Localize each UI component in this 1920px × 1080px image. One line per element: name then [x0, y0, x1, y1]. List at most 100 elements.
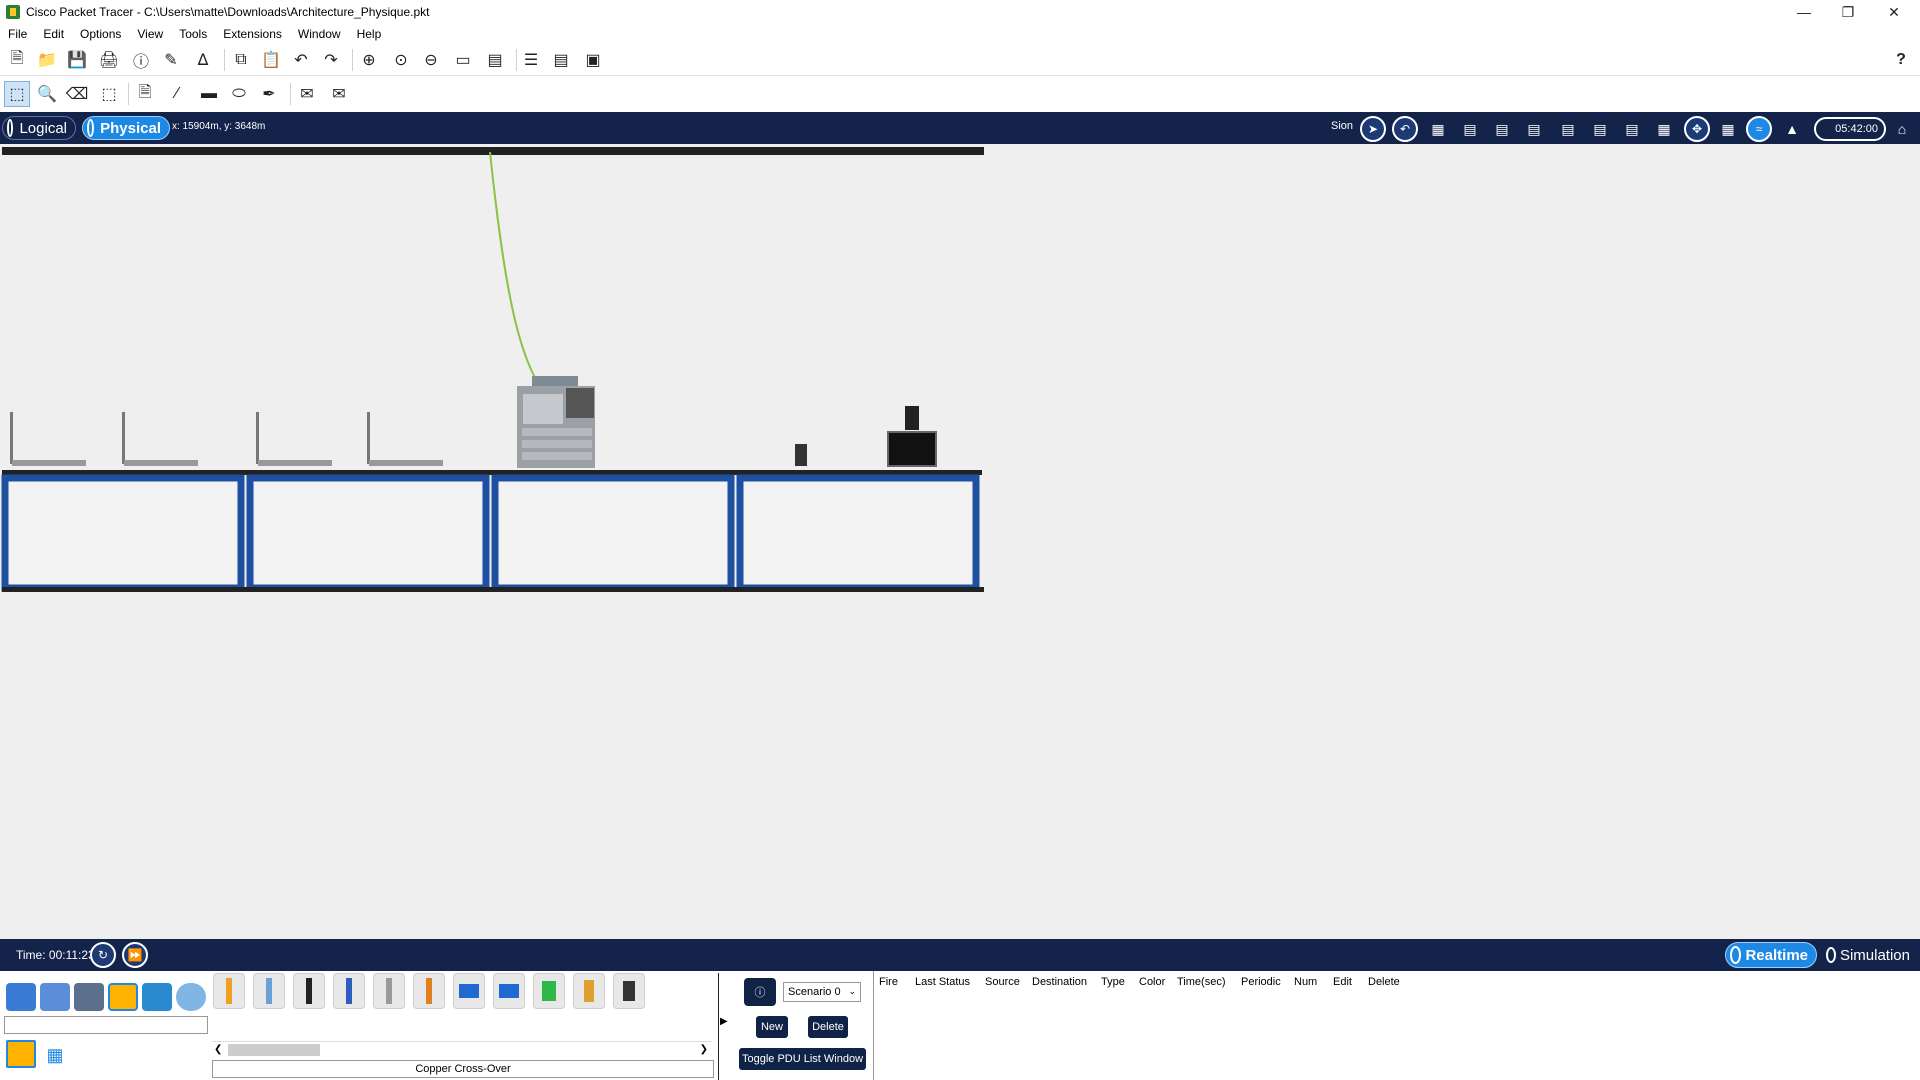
tab-physical[interactable]: Physical	[82, 116, 170, 140]
draw-rectangle-icon[interactable]: ▬	[196, 81, 222, 107]
serial-dte-icon[interactable]	[533, 973, 565, 1009]
zoom-out-icon[interactable]: ⊖	[418, 47, 444, 73]
menu-file[interactable]: File	[8, 27, 27, 41]
menu-edit[interactable]: Edit	[43, 27, 64, 41]
multiuser-icon[interactable]	[176, 983, 206, 1011]
delete-scenario-button[interactable]: Delete	[808, 1016, 848, 1038]
activity-wizard-icon[interactable]: ✎	[158, 47, 184, 73]
zoom-in-icon[interactable]: ⊕	[356, 47, 382, 73]
back-icon[interactable]: ↶	[1392, 116, 1418, 142]
network-info-icon[interactable]: ᐃ	[190, 47, 216, 73]
help-icon[interactable]: ?	[1888, 47, 1914, 73]
inspect-icon[interactable]: 🔍	[34, 81, 60, 107]
zoom-reset-icon[interactable]: ⊙	[388, 47, 414, 73]
miscellaneous-icon[interactable]	[142, 983, 172, 1011]
menu-window[interactable]: Window	[298, 27, 341, 41]
toggle-pdu-list-button[interactable]: Toggle PDU List Window	[739, 1048, 866, 1070]
menu-options[interactable]: Options	[80, 27, 121, 41]
grid-icon[interactable]: ▦	[1650, 116, 1678, 142]
fiber-cable-icon[interactable]	[373, 973, 405, 1009]
coaxial-cable-icon[interactable]	[453, 973, 485, 1009]
connections-icon[interactable]	[108, 983, 138, 1011]
environment-icon[interactable]: ▲	[1778, 116, 1806, 142]
command-log-icon[interactable]: ☰	[518, 47, 544, 73]
components-icon[interactable]	[74, 983, 104, 1011]
device-scrollbar[interactable]: ❮ ❯	[212, 1041, 712, 1057]
new-city-icon[interactable]: ▦	[1424, 116, 1452, 142]
fast-forward-icon[interactable]: ⏩	[122, 942, 148, 968]
laptop-3	[256, 412, 332, 466]
console-cable-icon[interactable]	[253, 973, 285, 1009]
menu-view[interactable]: View	[137, 27, 163, 41]
select-icon[interactable]: ⬚	[4, 81, 30, 107]
custom-devices-icon[interactable]: ▤	[482, 47, 508, 73]
device-search-input[interactable]	[4, 1016, 208, 1034]
copy-icon[interactable]: ⧉	[228, 47, 254, 73]
paste-icon[interactable]: 📋	[258, 47, 284, 73]
redo-icon[interactable]: ↷	[318, 47, 344, 73]
environment-clock[interactable]: 05:42:00	[1814, 117, 1886, 141]
col-source: Source	[985, 976, 1020, 988]
open-folder-icon[interactable]: 📁	[34, 47, 60, 73]
drawing-palette-icon[interactable]: ▭	[450, 47, 476, 73]
navigation-icon[interactable]: ➤	[1360, 116, 1386, 142]
automatic-cable-icon[interactable]	[213, 973, 245, 1009]
connections-subcategory-icon[interactable]	[6, 1040, 36, 1068]
copper-straight-through-icon[interactable]	[293, 973, 325, 1009]
undo-icon[interactable]: ↶	[288, 47, 314, 73]
network-devices-icon[interactable]	[6, 983, 36, 1011]
realtime-button[interactable]: Realtime	[1725, 942, 1817, 968]
cable-manager-icon[interactable]: ▤	[1618, 116, 1646, 142]
restore-button[interactable]: ❐	[1826, 0, 1870, 24]
print-icon[interactable]: 🖨	[96, 47, 122, 73]
menu-tools[interactable]: Tools	[179, 27, 207, 41]
environment-clock-value: 05:42:00	[1835, 123, 1878, 135]
menu-extensions[interactable]: Extensions	[223, 27, 282, 41]
scroll-left-icon[interactable]: ❮	[214, 1044, 222, 1055]
home-icon[interactable]: ⌂	[1888, 116, 1916, 142]
octal-cable-icon[interactable]	[573, 973, 605, 1009]
tab-logical[interactable]: Logical	[2, 116, 76, 140]
physical-workspace[interactable]	[0, 144, 1920, 939]
usb-cable-icon[interactable]	[613, 973, 645, 1009]
draw-ellipse-icon[interactable]: ⬭	[226, 81, 252, 107]
new-table-icon[interactable]: ▤	[1554, 116, 1582, 142]
new-container-icon[interactable]: ▤	[1586, 116, 1614, 142]
scenario-info-icon[interactable]: ⓘ	[744, 978, 776, 1006]
serial-dce-icon[interactable]	[493, 973, 525, 1009]
pdu-icon[interactable]: ▤	[548, 47, 574, 73]
minimize-button[interactable]: —	[1782, 0, 1826, 24]
simulation-label: Simulation	[1839, 946, 1910, 964]
place-note-icon[interactable]: 🗎	[132, 81, 158, 107]
draw-line-icon[interactable]: ∕	[164, 81, 190, 107]
close-button[interactable]: ✕	[1872, 0, 1916, 24]
expand-arrow-icon[interactable]: ▶	[720, 1016, 728, 1027]
new-closet-icon[interactable]: ▤	[1488, 116, 1516, 142]
info-icon[interactable]: ⓘ	[128, 47, 154, 73]
new-rack-icon[interactable]: ▤	[1520, 116, 1548, 142]
simulation-button[interactable]: Simulation	[1822, 942, 1918, 968]
new-scenario-button[interactable]: New	[756, 1016, 788, 1038]
delete-icon[interactable]: ⌫	[64, 81, 90, 107]
freeform-icon[interactable]: ✒	[256, 81, 282, 107]
new-building-icon[interactable]: ▤	[1456, 116, 1484, 142]
menu-help[interactable]: Help	[357, 27, 382, 41]
end-devices-icon[interactable]	[40, 983, 70, 1011]
scroll-thumb[interactable]	[228, 1044, 320, 1056]
new-file-icon[interactable]: 🗎	[4, 47, 30, 73]
wireless-icon[interactable]: ≈	[1746, 116, 1772, 142]
tiles-icon[interactable]: ▦	[1714, 116, 1742, 142]
screenshot-icon[interactable]: ▣	[580, 47, 606, 73]
scroll-right-icon[interactable]: ❯	[700, 1044, 708, 1055]
grid-view-icon[interactable]: ▦	[44, 1044, 66, 1066]
scenario-select[interactable]: Scenario 0 ⌄	[783, 982, 861, 1002]
copper-cross-over-icon[interactable]	[333, 973, 365, 1009]
power-cycle-icon[interactable]: ↻	[90, 942, 116, 968]
save-icon[interactable]: 💾	[64, 47, 90, 73]
add-complex-pdu-icon[interactable]: ✉	[326, 81, 352, 107]
add-simple-pdu-icon[interactable]: ✉	[294, 81, 320, 107]
resize-shape-icon[interactable]: ⬚	[96, 81, 122, 107]
phone-cable-icon[interactable]	[413, 973, 445, 1009]
col-num: Num	[1294, 976, 1318, 988]
move-object-icon[interactable]: ✥	[1684, 116, 1710, 142]
